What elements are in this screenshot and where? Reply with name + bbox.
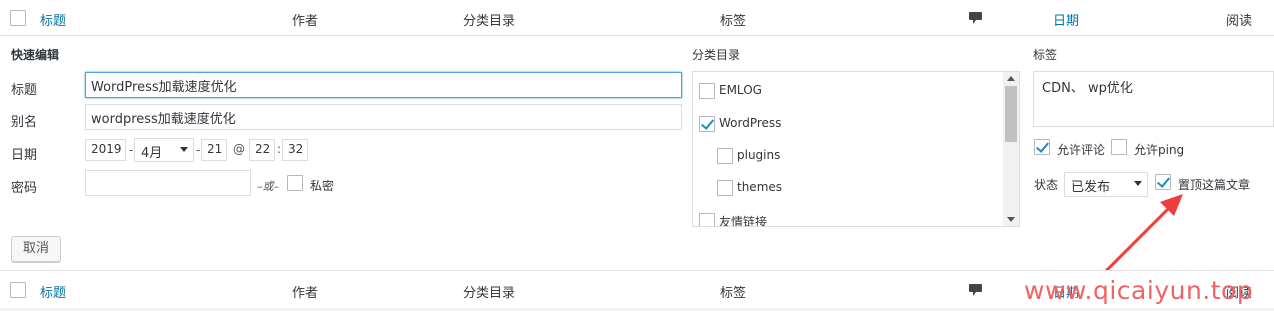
category-label-plugins: plugins <box>737 148 781 162</box>
sticky-checkbox[interactable] <box>1155 174 1171 190</box>
category-checkbox-links[interactable] <box>699 213 715 226</box>
column-views: 阅读 <box>1226 14 1253 29</box>
column-date[interactable]: 日期 <box>1053 10 1079 29</box>
allow-ping-checkbox[interactable] <box>1111 139 1127 155</box>
chevron-down-icon <box>1134 181 1142 186</box>
category-label-wordpress: WordPress <box>719 116 782 130</box>
comment-icon[interactable] <box>969 284 982 296</box>
at-separator: @ <box>233 142 245 156</box>
password-label: 密码 <box>11 181 38 196</box>
minute-input[interactable]: 32 <box>282 139 308 161</box>
category-checkbox-plugins[interactable] <box>717 148 733 164</box>
month-value: 4月 <box>141 146 163 161</box>
categories-scrollbar[interactable] <box>1003 72 1019 226</box>
private-checkbox[interactable] <box>287 175 303 191</box>
title-label: 标题 <box>11 83 38 98</box>
date-separator: - <box>196 143 201 157</box>
column-tags: 标签 <box>720 286 747 301</box>
scroll-thumb[interactable] <box>1005 86 1017 142</box>
column-author: 作者 <box>292 14 319 29</box>
category-label-links: 友情链接 <box>719 215 768 227</box>
chevron-down-icon <box>180 147 188 152</box>
status-label: 状态 <box>1034 178 1059 192</box>
select-all-checkbox[interactable] <box>10 10 26 26</box>
allow-ping-label: 允许ping <box>1134 143 1185 157</box>
cancel-button[interactable]: 取消 <box>11 236 61 262</box>
column-categories: 分类目录 <box>463 14 516 29</box>
quick-edit-heading: 快速编辑 <box>11 48 60 62</box>
private-label: 私密 <box>310 179 335 193</box>
column-title[interactable]: 标题 <box>40 282 66 301</box>
table-header-top: 标题 作者 分类目录 标签 日期 阅读 <box>0 0 1274 36</box>
month-select[interactable]: 4月 <box>134 138 194 162</box>
column-categories: 分类目录 <box>463 286 516 301</box>
date-separator: - <box>129 143 134 157</box>
slug-label: 别名 <box>11 115 38 130</box>
category-checkbox-themes[interactable] <box>717 180 733 196</box>
category-label-emlog: EMLOG <box>719 83 762 97</box>
scroll-up-icon[interactable] <box>1007 76 1015 81</box>
column-author: 作者 <box>292 286 319 301</box>
column-title[interactable]: 标题 <box>40 10 66 29</box>
or-text: –或– <box>257 180 279 193</box>
password-input[interactable] <box>85 170 251 196</box>
column-tags: 标签 <box>720 14 747 29</box>
date-label: 日期 <box>11 148 38 163</box>
comment-icon[interactable] <box>969 12 982 24</box>
title-input[interactable]: WordPress加载速度优化 <box>85 72 682 98</box>
allow-comments-checkbox[interactable] <box>1034 139 1050 155</box>
select-all-checkbox[interactable] <box>10 282 26 298</box>
categories-label: 分类目录 <box>692 48 741 62</box>
time-separator: : <box>277 142 282 156</box>
scroll-down-icon[interactable] <box>1007 217 1015 222</box>
category-checkbox-wordpress[interactable] <box>699 116 715 132</box>
slug-input[interactable]: wordpress加载速度优化 <box>85 104 682 130</box>
watermark: www.qicaiyun.top <box>1024 276 1254 305</box>
allow-comments-label: 允许评论 <box>1057 143 1106 157</box>
categories-list[interactable]: EMLOG WordPress plugins themes 友情链接 <box>692 71 1020 227</box>
tags-textarea[interactable]: CDN、 wp优化 <box>1033 71 1274 127</box>
year-input[interactable]: 2019 <box>85 139 126 161</box>
tags-label: 标签 <box>1033 48 1058 62</box>
hour-input[interactable]: 22 <box>249 139 275 161</box>
category-checkbox-emlog[interactable] <box>699 83 715 99</box>
day-input[interactable]: 21 <box>201 139 227 161</box>
category-label-themes: themes <box>737 180 783 194</box>
